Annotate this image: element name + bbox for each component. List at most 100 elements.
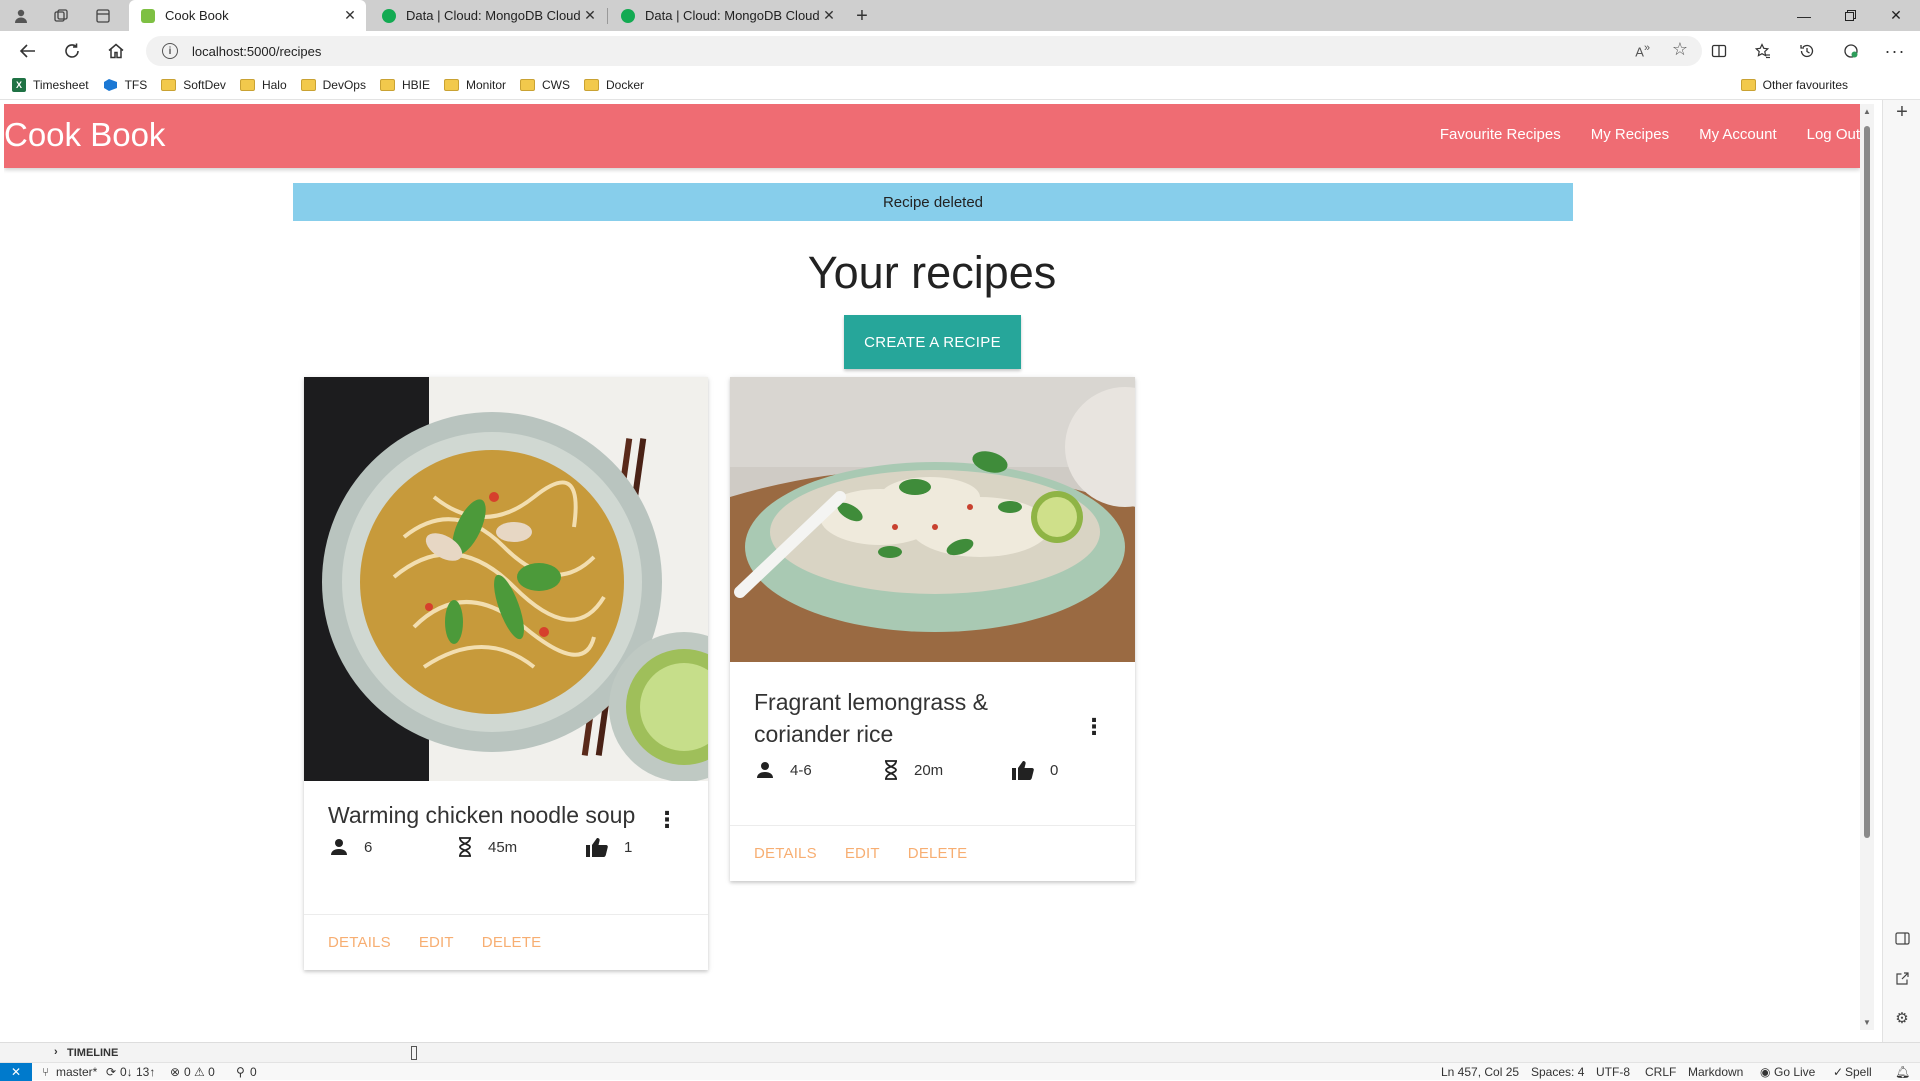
nav-log-out[interactable]: Log Out	[1807, 126, 1860, 143]
bookmark-tfs[interactable]: TFS	[103, 78, 148, 92]
restore-button[interactable]	[1827, 0, 1873, 31]
folder-icon	[161, 79, 177, 91]
remote-indicator-icon[interactable]: ✕	[0, 1063, 32, 1081]
scroll-down-icon[interactable]: ▼	[1863, 1018, 1871, 1027]
extensions-icon[interactable]	[1838, 39, 1864, 63]
recipe-image-noodle-soup[interactable]	[304, 377, 708, 781]
spell-check[interactable]: Spell	[1845, 1065, 1872, 1079]
tab-title: Cook Book	[165, 8, 229, 23]
close-window-button[interactable]: ✕	[1873, 0, 1919, 31]
brand-logo[interactable]: Cook Book	[4, 116, 165, 154]
go-live-button[interactable]: Go Live	[1774, 1065, 1815, 1079]
external-link-icon[interactable]	[1894, 970, 1910, 986]
url-field[interactable]: i localhost:5000/recipes A» ☆	[146, 36, 1702, 66]
git-sync-status[interactable]: 0↓ 13↑	[120, 1065, 155, 1079]
edit-link[interactable]: EDIT	[419, 934, 454, 951]
workspaces-icon[interactable]	[49, 4, 73, 28]
bookmark-monitor[interactable]: Monitor	[444, 78, 506, 92]
likes-value: 1	[624, 838, 633, 856]
encoding[interactable]: UTF-8	[1596, 1065, 1630, 1079]
add-sidebar-icon[interactable]: +	[1894, 101, 1910, 123]
back-button[interactable]	[14, 39, 42, 63]
delete-link[interactable]: DELETE	[482, 934, 542, 951]
indentation[interactable]: Spaces: 4	[1531, 1065, 1584, 1079]
recipe-stats: 4-6 20m 0	[756, 760, 1140, 780]
ports-count[interactable]: 0	[250, 1065, 257, 1079]
gear-icon[interactable]: ⚙	[1894, 1010, 1910, 1027]
bookmark-docker[interactable]: Docker	[584, 78, 644, 92]
recipe-card: Warming chicken noodle soup ⋮ 6 45m 1 DE…	[304, 377, 708, 970]
bookmark-label: Docker	[606, 78, 645, 92]
nav-my-recipes[interactable]: My Recipes	[1591, 126, 1669, 143]
refresh-button[interactable]	[58, 39, 86, 63]
minimize-button[interactable]: —	[1781, 0, 1827, 31]
recipe-card-actions: DETAILS EDIT DELETE	[304, 914, 708, 970]
timeline-label: TIMELINE	[67, 1047, 119, 1059]
profile-icon[interactable]	[9, 4, 33, 28]
scroll-up-icon[interactable]: ▲	[1863, 107, 1871, 116]
language-mode[interactable]: Markdown	[1688, 1065, 1743, 1079]
home-button[interactable]	[102, 39, 130, 63]
scrollbar-thumb[interactable]	[1864, 126, 1870, 838]
tab-mongodb-1[interactable]: Data | Cloud: MongoDB Cloud ✕	[370, 0, 606, 31]
folder-icon	[239, 79, 255, 91]
vscode-timeline-panel[interactable]: › TIMELINE	[0, 1042, 1920, 1062]
url-text[interactable]: localhost:5000/recipes	[192, 44, 321, 59]
details-link[interactable]: DETAILS	[754, 845, 817, 862]
problems-count[interactable]: 0 ⚠ 0	[184, 1065, 215, 1079]
nav-favourite-recipes[interactable]: Favourite Recipes	[1440, 126, 1561, 143]
bookmark-cws[interactable]: CWS	[520, 78, 570, 92]
broadcast-icon: ◉	[1760, 1065, 1771, 1079]
thumb-up-icon[interactable]	[586, 837, 608, 857]
sidebar-panel-icon[interactable]	[1894, 930, 1910, 946]
bookmark-label: CWS	[542, 78, 571, 92]
settings-more-icon[interactable]: ···	[1882, 39, 1908, 63]
split-screen-icon[interactable]	[1706, 39, 1732, 63]
recipe-image-lemongrass-rice[interactable]	[730, 377, 1135, 662]
history-icon[interactable]	[1794, 39, 1820, 63]
bookmark-label: Timesheet	[33, 78, 89, 92]
bookmark-timesheet[interactable]: X Timesheet	[12, 78, 89, 92]
bookmark-devops[interactable]: DevOps	[300, 78, 366, 92]
bookmark-softdev[interactable]: SoftDev	[161, 78, 226, 92]
site-info-icon[interactable]: i	[162, 43, 178, 59]
vertical-tabs-icon[interactable]	[91, 4, 115, 28]
more-vert-icon[interactable]: ⋮	[1083, 716, 1105, 738]
thumb-up-icon[interactable]	[1012, 760, 1034, 780]
close-tab-icon[interactable]: ✕	[819, 7, 839, 24]
read-aloud-icon[interactable]: A»	[1635, 42, 1650, 59]
other-favourites[interactable]: Other favourites	[1740, 78, 1848, 92]
more-vert-icon[interactable]: ⋮	[656, 809, 678, 831]
create-recipe-button[interactable]: CREATE A RECIPE	[844, 315, 1021, 369]
recipe-card-content: Warming chicken noodle soup ⋮ 6 45m 1	[304, 781, 708, 914]
tab-title: Data | Cloud: MongoDB Cloud	[406, 8, 580, 23]
bookmark-label: DevOps	[322, 78, 366, 92]
error-icon: ⊗	[170, 1065, 181, 1079]
nav-my-account[interactable]: My Account	[1699, 126, 1777, 143]
folder-icon	[584, 79, 600, 91]
tab-mongodb-2[interactable]: Data | Cloud: MongoDB Cloud ✕	[609, 0, 845, 31]
edit-link[interactable]: EDIT	[845, 845, 880, 862]
page-scrollbar[interactable]: ▲ ▼	[1860, 104, 1874, 1030]
close-tab-icon[interactable]: ✕	[340, 7, 360, 24]
tab-cook-book[interactable]: Cook Book ✕	[129, 0, 366, 31]
folder-icon	[1740, 79, 1756, 91]
ports-icon: ⚲	[236, 1065, 245, 1079]
tab-separator	[607, 8, 608, 24]
folder-icon	[520, 79, 536, 91]
bookmark-label: TFS	[124, 78, 148, 92]
browser-sidebar: + ⚙	[1882, 100, 1920, 1042]
details-link[interactable]: DETAILS	[328, 934, 391, 951]
bookmark-hbie[interactable]: HBIE	[379, 78, 430, 92]
bookmark-halo[interactable]: Halo	[239, 78, 287, 92]
cursor-position[interactable]: Ln 457, Col 25	[1441, 1065, 1519, 1079]
favourites-icon[interactable]	[1750, 39, 1776, 63]
line-ending[interactable]: CRLF	[1645, 1065, 1676, 1079]
new-tab-button[interactable]: +	[850, 4, 874, 28]
close-tab-icon[interactable]: ✕	[580, 7, 600, 24]
delete-link[interactable]: DELETE	[908, 845, 968, 862]
favourite-star-icon[interactable]: ☆	[1672, 39, 1688, 60]
git-branch[interactable]: master*	[56, 1065, 97, 1079]
bell-icon[interactable]: 🔔︎	[1895, 1065, 1910, 1079]
recipe-card-actions: DETAILS EDIT DELETE	[730, 825, 1135, 881]
